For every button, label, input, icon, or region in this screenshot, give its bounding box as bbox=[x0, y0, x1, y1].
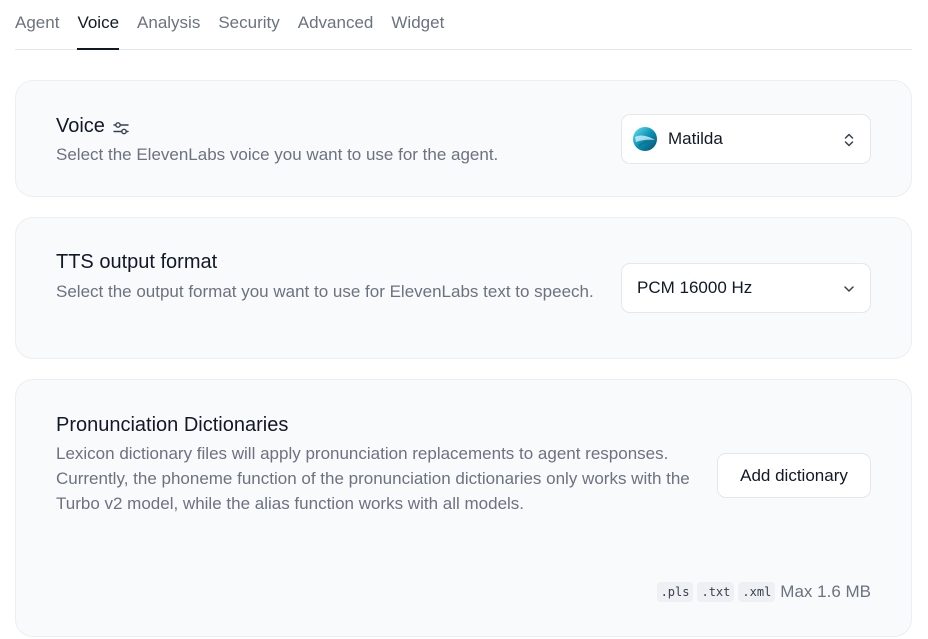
tts-card: TTS output format Select the output form… bbox=[15, 217, 912, 359]
file-constraints: .pls .txt .xml Max 1.6 MB bbox=[656, 582, 871, 602]
tab-widget[interactable]: Widget bbox=[391, 0, 444, 49]
voice-select[interactable]: Matilda bbox=[621, 114, 871, 164]
max-file-size: Max 1.6 MB bbox=[780, 582, 871, 601]
tab-advanced[interactable]: Advanced bbox=[298, 0, 374, 49]
tts-format-value: PCM 16000 Hz bbox=[637, 278, 753, 297]
settings-tabs: Agent Voice Analysis Security Advanced W… bbox=[15, 0, 912, 50]
dictionaries-title: Pronunciation Dictionaries bbox=[56, 414, 289, 436]
voice-avatar bbox=[633, 127, 657, 151]
tts-format-select[interactable]: PCM 16000 Hz bbox=[621, 263, 871, 313]
voice-description: Select the ElevenLabs voice you want to … bbox=[56, 145, 499, 164]
tts-title: TTS output format bbox=[56, 251, 218, 273]
dictionaries-description: Lexicon dictionary files will apply pron… bbox=[56, 444, 690, 513]
voice-card: Voice Select the ElevenLabs voice you wa… bbox=[15, 80, 912, 197]
tab-analysis[interactable]: Analysis bbox=[137, 0, 200, 49]
chevron-up-down-icon bbox=[844, 133, 854, 147]
voice-select-value: Matilda bbox=[668, 129, 723, 148]
file-type-chip: .xml bbox=[738, 582, 776, 602]
voice-title-text: Voice bbox=[56, 115, 105, 137]
add-dictionary-button[interactable]: Add dictionary bbox=[717, 453, 871, 498]
tab-agent[interactable]: Agent bbox=[15, 0, 59, 49]
tab-voice[interactable]: Voice bbox=[77, 0, 119, 50]
file-type-chip: .txt bbox=[697, 582, 735, 602]
file-type-chip: .pls bbox=[656, 582, 694, 602]
sliders-icon[interactable] bbox=[112, 119, 130, 137]
tab-security[interactable]: Security bbox=[218, 0, 279, 49]
voice-title: Voice bbox=[56, 115, 130, 138]
tts-description: Select the output format you want to use… bbox=[56, 282, 594, 301]
pronunciation-dictionaries-card: Pronunciation Dictionaries Lexicon dicti… bbox=[15, 379, 912, 637]
chevron-down-icon bbox=[844, 286, 854, 292]
